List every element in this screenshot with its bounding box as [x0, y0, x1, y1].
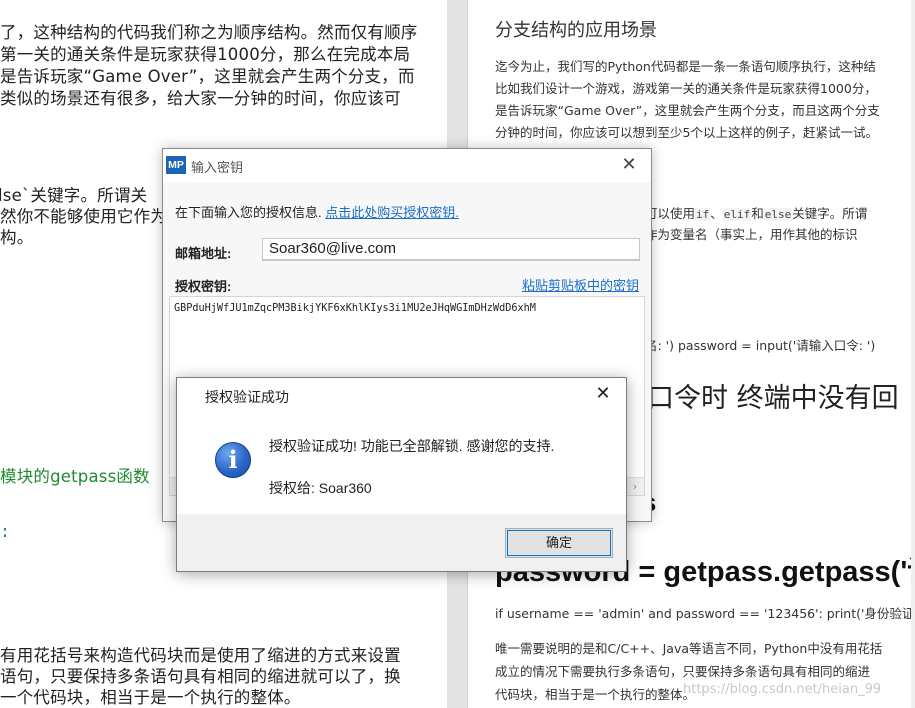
editor-line: 构。 — [0, 228, 34, 247]
instruction-text: 在下面输入您的授权信息. 点击此处购买授权密钥. — [175, 202, 459, 221]
editor-line: : — [0, 522, 11, 541]
buy-license-link[interactable]: 点击此处购买授权密钥. — [325, 205, 459, 220]
editor-line: 类似的场景还有很多，给大家一分钟的时间，你应该可 — [0, 89, 401, 108]
preview-keyword-line: 结构可以使用if、elif和else关键字。所谓 — [620, 206, 868, 221]
preview-scrollbar[interactable] — [911, 0, 915, 708]
keyword-if: if — [695, 208, 711, 221]
editor-line: 第一关的通关条件是玩家获得1000分，那么在完成本局 — [0, 45, 411, 64]
preview-heading: 分支结构的应用场景 — [495, 20, 657, 41]
preview-text: 和 — [751, 206, 764, 221]
keyword-elif: elif — [722, 208, 752, 221]
preview-paragraph-line: 成立的情况下需要执行多条语句，只要保持多条语句具有相同的缩进 — [495, 664, 871, 679]
preview-paragraph-line: 分钟的时间，你应该可以想到至少5个以上这样的例子，赶紧试一试。 — [495, 125, 878, 140]
dialog-title: 输入密钥 — [191, 160, 244, 175]
success-message: 授权验证成功! 功能已全部解锁. 感谢您的支持. — [269, 438, 555, 454]
preview-paragraph-line: 迄今为止，我们写的Python代码都是一条一条语句顺序执行，这种结 — [495, 59, 876, 74]
dialog-titlebar[interactable]: MP 输入密钥 ✕ — [163, 149, 651, 182]
license-key-value: GBPduHjWfJU1mZqcPM3BikjYKF6xKhlKIys3i1MU… — [174, 303, 536, 314]
preview-code-line: 用户名: ') password = input('请输入口令: ') — [620, 338, 876, 353]
email-label: 邮箱地址: — [175, 246, 232, 261]
dialog-title: 授权验证成功 — [205, 389, 289, 405]
editor-line: 模块的getpass函数 — [0, 467, 150, 486]
editor-line: 一个代码块，相当于是一个执行的整体。 — [0, 688, 301, 707]
scroll-right-icon[interactable]: › — [628, 478, 642, 495]
preview-paragraph-line: 唯一需要说明的是和C/C++、Java等语言不同，Python中没有用花括 — [495, 641, 883, 656]
preview-paragraph-line: 代码块，相当于是一个执行的整体。 — [495, 687, 696, 702]
editor-line: 是告诉玩家“Game Over”，这里就会产生两个分支，而 — [0, 67, 415, 86]
preview-paragraph-line: 比如我们设计一个游戏，游戏第一关的通关条件是玩家获得1000分， — [495, 81, 877, 96]
licensee-text: 授权给: Soar360 — [269, 480, 372, 496]
preview-paragraph-line: 是告诉玩家“Game Over”，这里就会产生两个分支，而且这两个分支 — [495, 103, 880, 118]
license-key-label: 授权密钥: — [175, 279, 232, 294]
preview-subheading: 入口令时 终端中没有回 — [620, 383, 899, 414]
mp-app-icon: MP — [166, 156, 186, 174]
instruction-label: 在下面输入您的授权信息. — [175, 205, 326, 220]
preview-code-line: if username == 'admin' and password == '… — [495, 606, 915, 621]
watermark: https://blog.csdn.net/heian_99 — [683, 682, 882, 697]
preview-paragraph-line: 用它作为变量名（事实上，用作其他的标识 — [620, 227, 858, 242]
keyword-else: else — [763, 208, 793, 221]
paste-from-clipboard-link[interactable]: 粘贴剪贴板中的密钥 — [522, 275, 639, 294]
ok-button[interactable]: 确定 — [505, 528, 613, 558]
dialog-footer: 确定 — [177, 514, 626, 571]
close-icon[interactable]: ✕ — [619, 155, 639, 175]
info-icon: i — [215, 442, 251, 478]
email-field[interactable]: Soar360@live.com — [262, 238, 640, 261]
close-icon[interactable]: ✕ — [592, 383, 614, 405]
preview-text: 关键字。所谓 — [792, 206, 868, 221]
verification-success-dialog: 授权验证成功 ✕ i 授权验证成功! 功能已全部解锁. 感谢您的支持. 授权给:… — [176, 377, 627, 572]
editor-line: 了，这种结构的代码我们称之为顺序结构。然而仅有顺序 — [0, 23, 418, 42]
